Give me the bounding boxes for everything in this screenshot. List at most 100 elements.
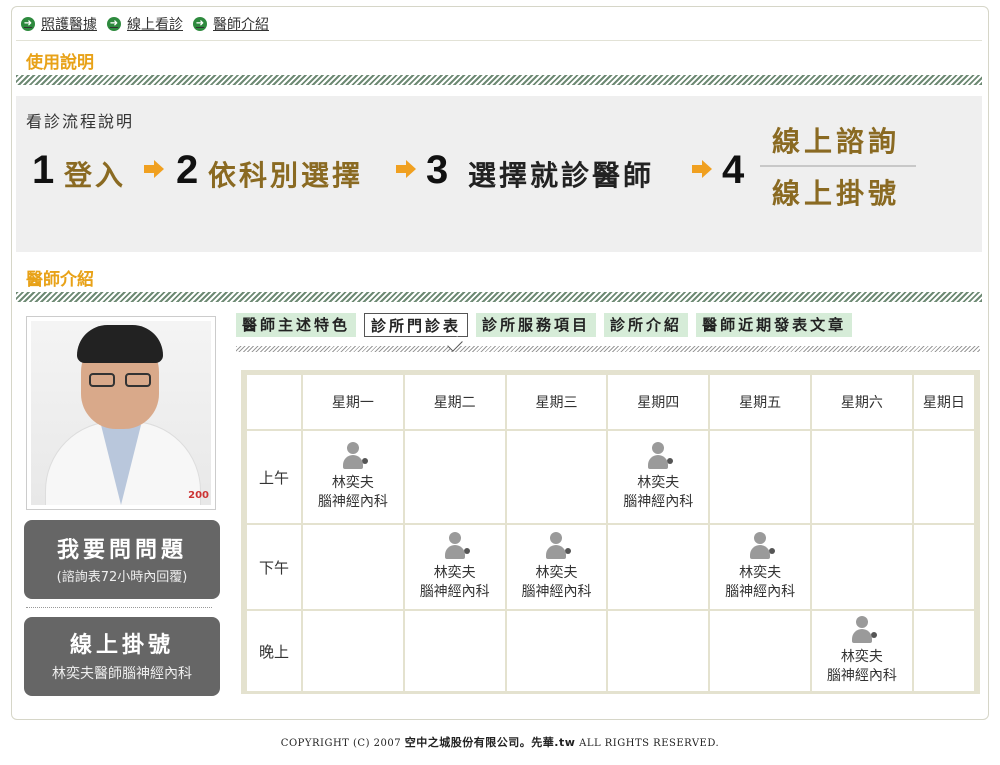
ask-question-title: 我要問問題 bbox=[56, 538, 187, 563]
tab-clinic-schedule[interactable]: 診所門診表 bbox=[364, 313, 469, 337]
clinic-slot[interactable]: 林奕夫 腦神經內科 bbox=[608, 442, 708, 512]
schedule-cell bbox=[911, 523, 977, 611]
doctor-icon bbox=[647, 442, 674, 472]
flow-panel: 看診流程說明 1 登入 2 依科別選擇 3 選擇就診醫師 4 線上諮詢 線上掛號 bbox=[16, 96, 982, 252]
department-name: 腦神經內科 bbox=[419, 584, 490, 600]
day-header: 星期二 bbox=[402, 373, 507, 431]
schedule-cell[interactable]: 林奕夫 腦神經內科 bbox=[504, 523, 609, 611]
step-number-1: 1 bbox=[32, 148, 55, 192]
day-header: 星期一 bbox=[301, 373, 405, 431]
schedule-cell bbox=[504, 429, 609, 525]
clinic-slot[interactable]: 林奕夫 腦神經內科 bbox=[303, 442, 403, 512]
breadcrumb-item-care[interactable]: ➜ 照護醫據 bbox=[21, 14, 97, 34]
period-label: 上午 bbox=[245, 429, 303, 525]
department-name: 腦神經內科 bbox=[623, 494, 694, 510]
online-register-link[interactable]: 線上掛號 bbox=[772, 172, 900, 212]
divider bbox=[16, 40, 982, 41]
online-register-button[interactable]: 線上掛號 林奕夫醫師腦神經內科 bbox=[24, 617, 220, 696]
section-stripe bbox=[16, 75, 982, 85]
department-name: 腦神經內科 bbox=[521, 584, 592, 600]
tab-doctor-features[interactable]: 醫師主述特色 bbox=[236, 313, 357, 337]
arrow-right-icon: ➜ bbox=[107, 17, 121, 31]
doctor-name: 林奕夫 bbox=[840, 649, 883, 665]
day-header: 星期四 bbox=[606, 373, 711, 431]
section-title-doctor: 醫師介紹 bbox=[26, 270, 94, 290]
doctor-icon bbox=[444, 532, 470, 562]
schedule-row: 上午 林奕夫 腦神經內科 林奕夫 腦神經內科 bbox=[245, 429, 977, 525]
schedule-cell bbox=[301, 609, 405, 693]
schedule-cell bbox=[708, 429, 812, 525]
day-header: 星期三 bbox=[504, 373, 609, 431]
schedule-cell[interactable]: 林奕夫 腦神經內科 bbox=[402, 523, 507, 611]
ask-question-button[interactable]: 我要問問題 (諮詢表72小時內回覆) bbox=[24, 520, 220, 599]
schedule-cell bbox=[402, 429, 507, 525]
clinic-slot[interactable]: 林奕夫 腦神經內科 bbox=[812, 616, 912, 686]
doctor-name: 林奕夫 bbox=[739, 565, 782, 581]
doctor-icon bbox=[342, 442, 368, 472]
footer-copyright: COPYRIGHT (C) 2007 空中之城股份有限公司。先華.tw ALL … bbox=[280, 736, 720, 749]
tab-doctor-articles[interactable]: 醫師近期發表文章 bbox=[696, 313, 853, 337]
step-number-4: 4 bbox=[722, 148, 745, 192]
day-header: 星期六 bbox=[809, 373, 914, 431]
day-header: 星期日 bbox=[911, 373, 977, 431]
schedule-cell bbox=[708, 609, 812, 693]
arrow-right-icon: ➜ bbox=[193, 17, 207, 31]
register-subtitle: 林奕夫醫師腦神經內科 bbox=[52, 666, 192, 682]
doctor-icon bbox=[749, 532, 776, 562]
step-label-login: 登入 bbox=[64, 159, 127, 192]
breadcrumb-item-doctor-intro[interactable]: ➜ 醫師介紹 bbox=[193, 14, 269, 34]
section-title-usage: 使用說明 bbox=[26, 53, 94, 73]
period-label: 下午 bbox=[245, 523, 303, 611]
clinic-slot[interactable]: 林奕夫 腦神經內科 bbox=[710, 532, 810, 602]
arrow-right-icon: ➜ bbox=[21, 17, 35, 31]
schedule-cell[interactable]: 林奕夫 腦神經內科 bbox=[708, 523, 812, 611]
doctor-name: 林奕夫 bbox=[433, 565, 476, 581]
register-title: 線上掛號 bbox=[69, 633, 174, 658]
doctor-photo: 200 bbox=[26, 316, 216, 510]
tab-clinic-intro[interactable]: 診所介紹 bbox=[604, 313, 689, 337]
schedule-cell bbox=[809, 429, 914, 525]
breadcrumb-item-online-clinic[interactable]: ➜ 線上看診 bbox=[107, 14, 183, 34]
online-consult-link[interactable]: 線上諮詢 bbox=[772, 120, 900, 160]
schedule-row: 晚上 林奕夫腦神經內科 bbox=[245, 609, 977, 693]
doctor-name: 林奕夫 bbox=[535, 565, 578, 581]
schedule-cell bbox=[504, 609, 609, 693]
flow-title: 看診流程說明 bbox=[26, 112, 135, 131]
department-name: 腦神經內科 bbox=[317, 494, 388, 510]
department-name: 腦神經內科 bbox=[826, 668, 897, 684]
doctor-name: 林奕夫 bbox=[637, 475, 680, 491]
doctor-name: 林奕夫 bbox=[331, 475, 374, 491]
clinic-slot[interactable]: 林奕夫 腦神經內科 bbox=[507, 532, 607, 602]
schedule-cell bbox=[606, 609, 711, 693]
schedule-cell bbox=[911, 609, 977, 693]
schedule-header-row: 星期一 星期二 星期三 星期四 星期五 星期六 星期日 bbox=[245, 373, 977, 431]
tab-bar: 醫師主述特色 診所門診表 診所服務項目 診所介紹 醫師近期發表文章 bbox=[236, 313, 853, 337]
doctor-icon bbox=[851, 616, 877, 646]
breadcrumb: ➜ 照護醫據 ➜ 線上看診 ➜ 醫師介紹 bbox=[21, 13, 269, 35]
schedule-cell[interactable]: 林奕夫 腦神經內科 bbox=[606, 429, 711, 525]
section-stripe bbox=[16, 292, 982, 302]
schedule-cell bbox=[402, 609, 507, 693]
schedule-cell[interactable]: 林奕夫 腦神經內科 bbox=[301, 429, 405, 525]
department-name: 腦神經內科 bbox=[725, 584, 796, 600]
period-label: 晚上 bbox=[245, 609, 303, 693]
step-label-doctor: 選擇就診醫師 bbox=[468, 159, 655, 192]
divider bbox=[26, 607, 212, 608]
step-label-department: 依科別選擇 bbox=[208, 159, 364, 192]
doctor-icon bbox=[545, 532, 572, 562]
step-number-2: 2 bbox=[176, 148, 199, 192]
divider bbox=[760, 165, 916, 167]
schedule-cell bbox=[911, 429, 977, 525]
tab-stripe bbox=[236, 346, 980, 352]
schedule-row: 下午 林奕夫 腦神經內科 林奕夫 腦神經內科 林奕夫 腦神經內科 bbox=[245, 523, 977, 611]
schedule-cell[interactable]: 林奕夫 腦神經內科 bbox=[809, 609, 914, 693]
schedule-corner bbox=[245, 373, 303, 431]
day-header: 星期五 bbox=[708, 373, 812, 431]
ask-question-subtitle: (諮詢表72小時內回覆) bbox=[56, 570, 188, 585]
schedule-cell bbox=[809, 523, 914, 611]
schedule-table: 星期一 星期二 星期三 星期四 星期五 星期六 星期日 上午 林奕夫 腦神經內科 林奕… bbox=[241, 370, 980, 694]
clinic-slot[interactable]: 林奕夫 腦神經內科 bbox=[405, 532, 505, 602]
schedule-cell bbox=[606, 523, 711, 611]
photo-tag: 200 bbox=[188, 490, 209, 501]
tab-clinic-services[interactable]: 診所服務項目 bbox=[476, 313, 597, 337]
